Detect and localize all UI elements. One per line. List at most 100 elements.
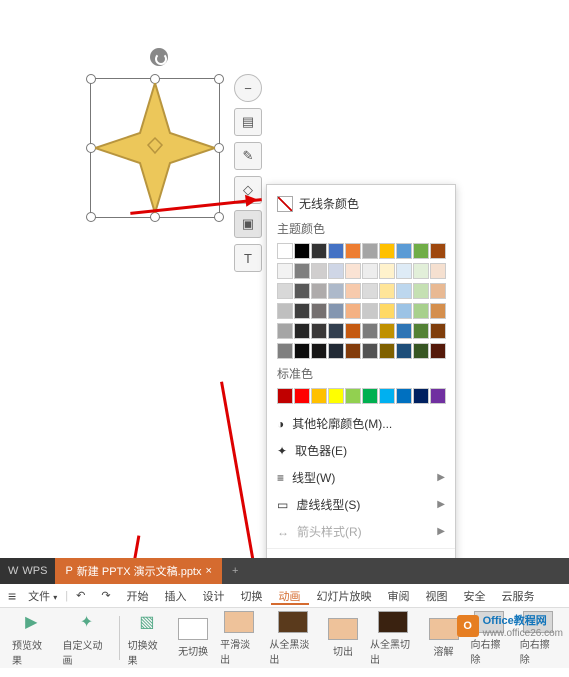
transition-thumbnail[interactable]: 无切换 (172, 609, 214, 668)
color-swatch[interactable] (430, 343, 446, 359)
color-swatch[interactable] (413, 388, 429, 404)
color-swatch[interactable] (379, 343, 395, 359)
custom-animation-button[interactable]: ✦ 自定义动画 (57, 608, 117, 669)
color-swatch[interactable] (311, 243, 327, 259)
color-swatch[interactable] (294, 343, 310, 359)
menu-tab[interactable]: 设计 (195, 591, 233, 603)
color-swatch[interactable] (277, 243, 293, 259)
color-swatch[interactable] (430, 303, 446, 319)
color-swatch[interactable] (345, 323, 361, 339)
color-swatch[interactable] (362, 263, 378, 279)
color-swatch[interactable] (413, 343, 429, 359)
color-swatch[interactable] (362, 243, 378, 259)
outline-button[interactable]: ▣ (234, 210, 262, 238)
color-swatch[interactable] (311, 343, 327, 359)
collapse-button[interactable]: − (234, 74, 262, 102)
color-swatch[interactable] (277, 343, 293, 359)
line-weight-item[interactable]: ≡ 线型(W) ▶ (267, 464, 455, 491)
color-swatch[interactable] (362, 343, 378, 359)
color-swatch[interactable] (396, 283, 412, 299)
color-swatch[interactable] (294, 323, 310, 339)
document-tab[interactable]: P 新建 PPTX 演示文稿.pptx × (55, 558, 221, 584)
color-swatch[interactable] (311, 323, 327, 339)
color-swatch[interactable] (294, 303, 310, 319)
color-swatch[interactable] (396, 243, 412, 259)
eyedropper-item[interactable]: ✦ 取色器(E) (267, 437, 455, 464)
color-swatch[interactable] (311, 283, 327, 299)
undo-icon[interactable]: ↶ (68, 589, 93, 602)
menu-icon[interactable]: ≡ (4, 588, 20, 604)
color-swatch[interactable] (294, 388, 310, 404)
resize-handle[interactable] (86, 212, 96, 222)
dash-style-item[interactable]: ▭ 虚线线型(S) ▶ (267, 491, 455, 518)
layers-icon[interactable]: ▤ (234, 108, 262, 136)
color-swatch[interactable] (430, 243, 446, 259)
color-swatch[interactable] (311, 388, 327, 404)
menu-tab[interactable]: 开始 (119, 591, 157, 603)
color-swatch[interactable] (294, 283, 310, 299)
file-menu[interactable]: 文件 ▾ (20, 588, 65, 604)
color-swatch[interactable] (413, 263, 429, 279)
color-swatch[interactable] (379, 303, 395, 319)
color-swatch[interactable] (328, 263, 344, 279)
new-tab-button[interactable]: + (222, 565, 248, 577)
color-swatch[interactable] (430, 388, 446, 404)
transition-effects-button[interactable]: ▧ 切换效果 (122, 608, 173, 669)
color-swatch[interactable] (277, 323, 293, 339)
color-swatch[interactable] (396, 343, 412, 359)
resize-handle[interactable] (214, 74, 224, 84)
app-menu-button[interactable]: W WPS (0, 558, 55, 584)
color-swatch[interactable] (430, 323, 446, 339)
transition-thumbnail[interactable]: 平滑淡出 (214, 609, 263, 668)
color-swatch[interactable] (345, 388, 361, 404)
selected-shape[interactable] (90, 48, 220, 218)
color-swatch[interactable] (345, 263, 361, 279)
color-swatch[interactable] (430, 283, 446, 299)
resize-handle[interactable] (214, 212, 224, 222)
menu-tab[interactable]: 安全 (456, 591, 494, 603)
color-swatch[interactable] (328, 343, 344, 359)
color-swatch[interactable] (362, 303, 378, 319)
color-swatch[interactable] (345, 283, 361, 299)
color-swatch[interactable] (277, 283, 293, 299)
color-swatch[interactable] (362, 283, 378, 299)
resize-handle[interactable] (214, 143, 224, 153)
color-swatch[interactable] (328, 303, 344, 319)
menu-tab[interactable]: 插入 (157, 591, 195, 603)
color-swatch[interactable] (379, 283, 395, 299)
menu-tab[interactable]: 动画 (271, 591, 309, 605)
color-swatch[interactable] (413, 303, 429, 319)
resize-handle[interactable] (150, 212, 160, 222)
color-swatch[interactable] (311, 303, 327, 319)
text-icon[interactable]: T (234, 244, 262, 272)
color-swatch[interactable] (328, 283, 344, 299)
color-swatch[interactable] (328, 323, 344, 339)
transition-thumbnail[interactable]: 从全黑切出 (364, 609, 423, 668)
menu-tab[interactable]: 审阅 (380, 591, 418, 603)
color-swatch[interactable] (379, 263, 395, 279)
color-swatch[interactable] (396, 323, 412, 339)
color-swatch[interactable] (277, 388, 293, 404)
color-swatch[interactable] (311, 263, 327, 279)
color-swatch[interactable] (379, 323, 395, 339)
no-line-color-item[interactable]: 无线条颜色 (267, 191, 455, 216)
color-swatch[interactable] (379, 388, 395, 404)
color-swatch[interactable] (413, 243, 429, 259)
color-swatch[interactable] (396, 303, 412, 319)
color-swatch[interactable] (277, 303, 293, 319)
color-swatch[interactable] (396, 263, 412, 279)
color-swatch[interactable] (379, 243, 395, 259)
transition-thumbnail[interactable]: 从全黑淡出 (263, 609, 322, 668)
more-outline-colors-item[interactable]: ◑ 其他轮廓颜色(M)... (267, 410, 455, 437)
menu-tab[interactable]: 云服务 (494, 591, 543, 603)
color-swatch[interactable] (430, 263, 446, 279)
rotate-handle-icon[interactable] (150, 48, 168, 66)
transition-thumbnail[interactable]: 切出 (322, 609, 364, 668)
color-swatch[interactable] (413, 323, 429, 339)
color-swatch[interactable] (294, 263, 310, 279)
color-swatch[interactable] (345, 343, 361, 359)
color-swatch[interactable] (328, 243, 344, 259)
menu-tab[interactable]: 幻灯片放映 (309, 591, 380, 603)
menu-tab[interactable]: 视图 (418, 591, 456, 603)
color-swatch[interactable] (277, 263, 293, 279)
